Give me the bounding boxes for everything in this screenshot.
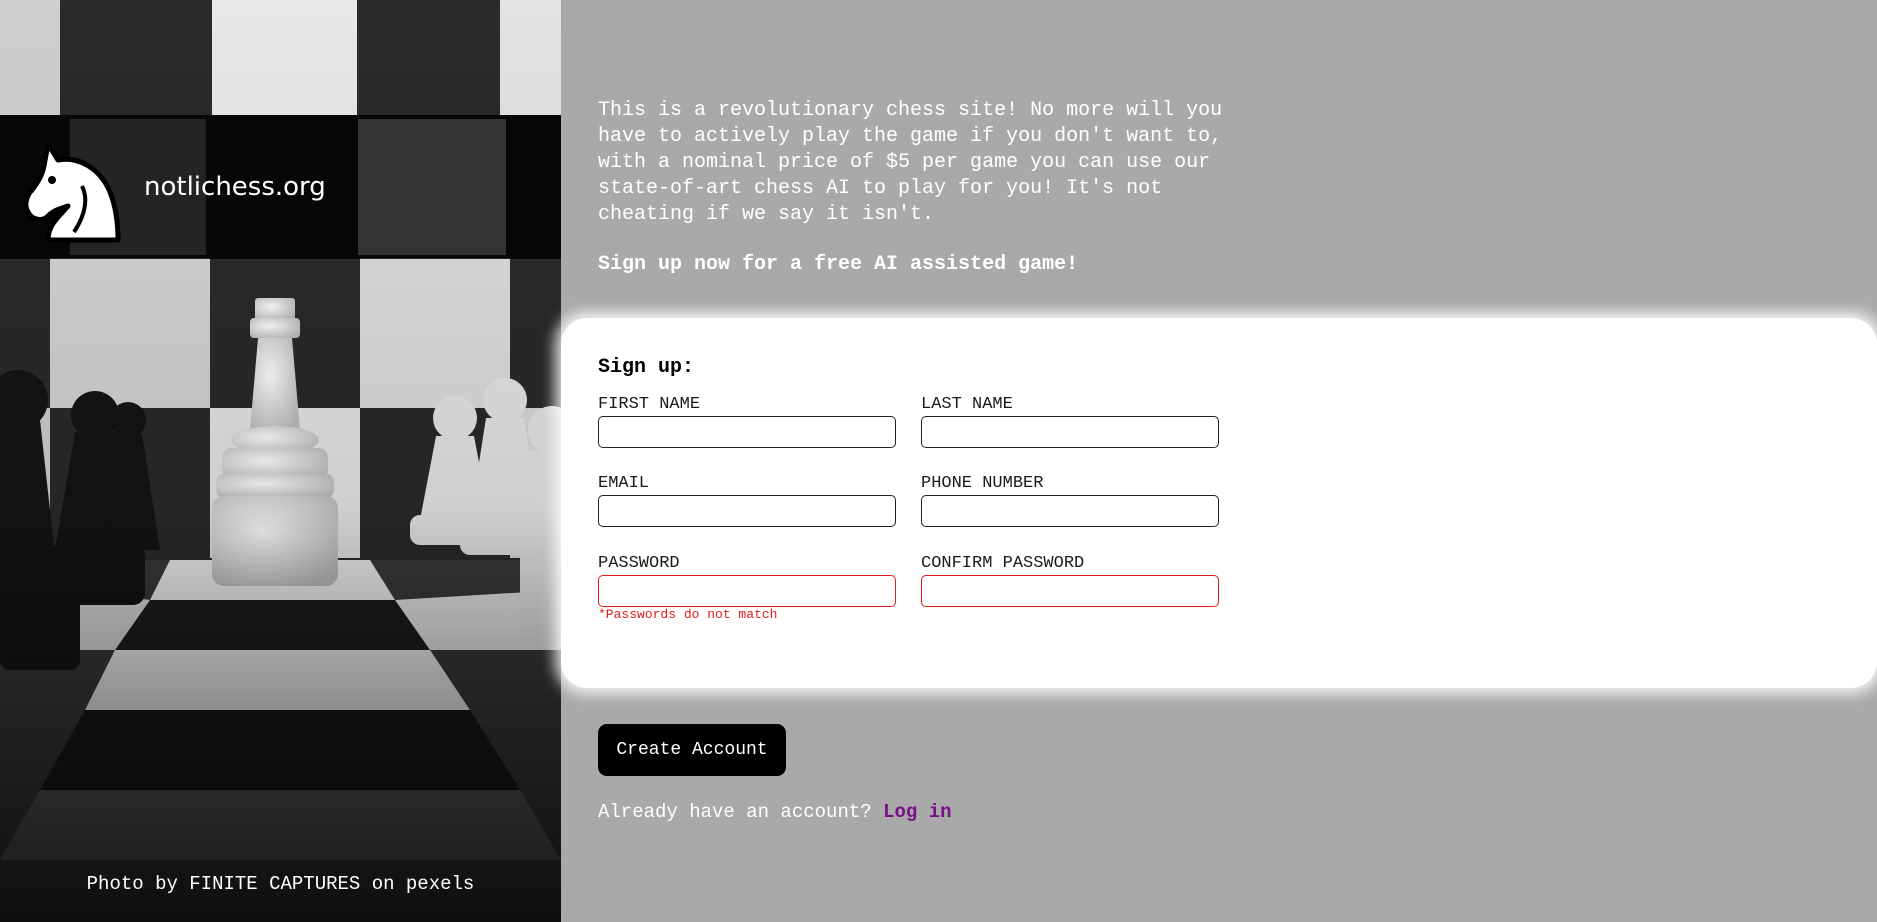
chess-knight-icon[interactable] [18,136,126,244]
confirm-password-field-group: CONFIRM PASSWORD [921,553,1219,607]
email-field-group: EMAIL [598,473,896,527]
first-name-label: FIRST NAME [598,395,701,414]
confirm-password-label: CONFIRM PASSWORD [921,554,1085,573]
password-field-group: PASSWORD [598,553,896,607]
site-name[interactable]: notlichess.org [144,172,326,202]
first-name-field-group: FIRST NAME [598,394,896,448]
last-name-input[interactable] [921,416,1219,448]
login-prompt: Already have an account? Log in [598,801,951,823]
create-account-button[interactable]: Create Account [598,724,786,776]
photo-credit: Photo by FINITE CAPTURES on pexels [86,873,475,895]
login-prompt-text: Already have an account? [598,801,872,823]
email-label: EMAIL [598,474,650,493]
last-name-field-group: LAST NAME [921,394,1219,448]
phone-label: PHONE NUMBER [921,474,1044,493]
intro-text: This is a revolutionary chess site! No m… [598,99,1223,226]
phone-field-group: PHONE NUMBER [921,473,1219,527]
signup-form-card: Sign up: FIRST NAME LAST NAME EMAIL PHON… [561,318,1877,688]
password-error-message: *Passwords do not match [598,607,778,622]
login-link[interactable]: Log in [883,801,951,823]
confirm-password-input[interactable] [921,575,1219,607]
last-name-label: LAST NAME [921,395,1013,414]
signup-cta: Sign up now for a free AI assisted game! [598,253,1079,276]
hero-photo-panel: notlichess.org Photo by FINITE CAPTURES … [0,0,561,922]
banner-square [358,119,506,255]
password-input[interactable] [598,575,896,607]
phone-input[interactable] [921,495,1219,527]
email-input[interactable] [598,495,896,527]
form-title: Sign up: [598,356,695,379]
password-label: PASSWORD [598,554,680,573]
first-name-input[interactable] [598,416,896,448]
